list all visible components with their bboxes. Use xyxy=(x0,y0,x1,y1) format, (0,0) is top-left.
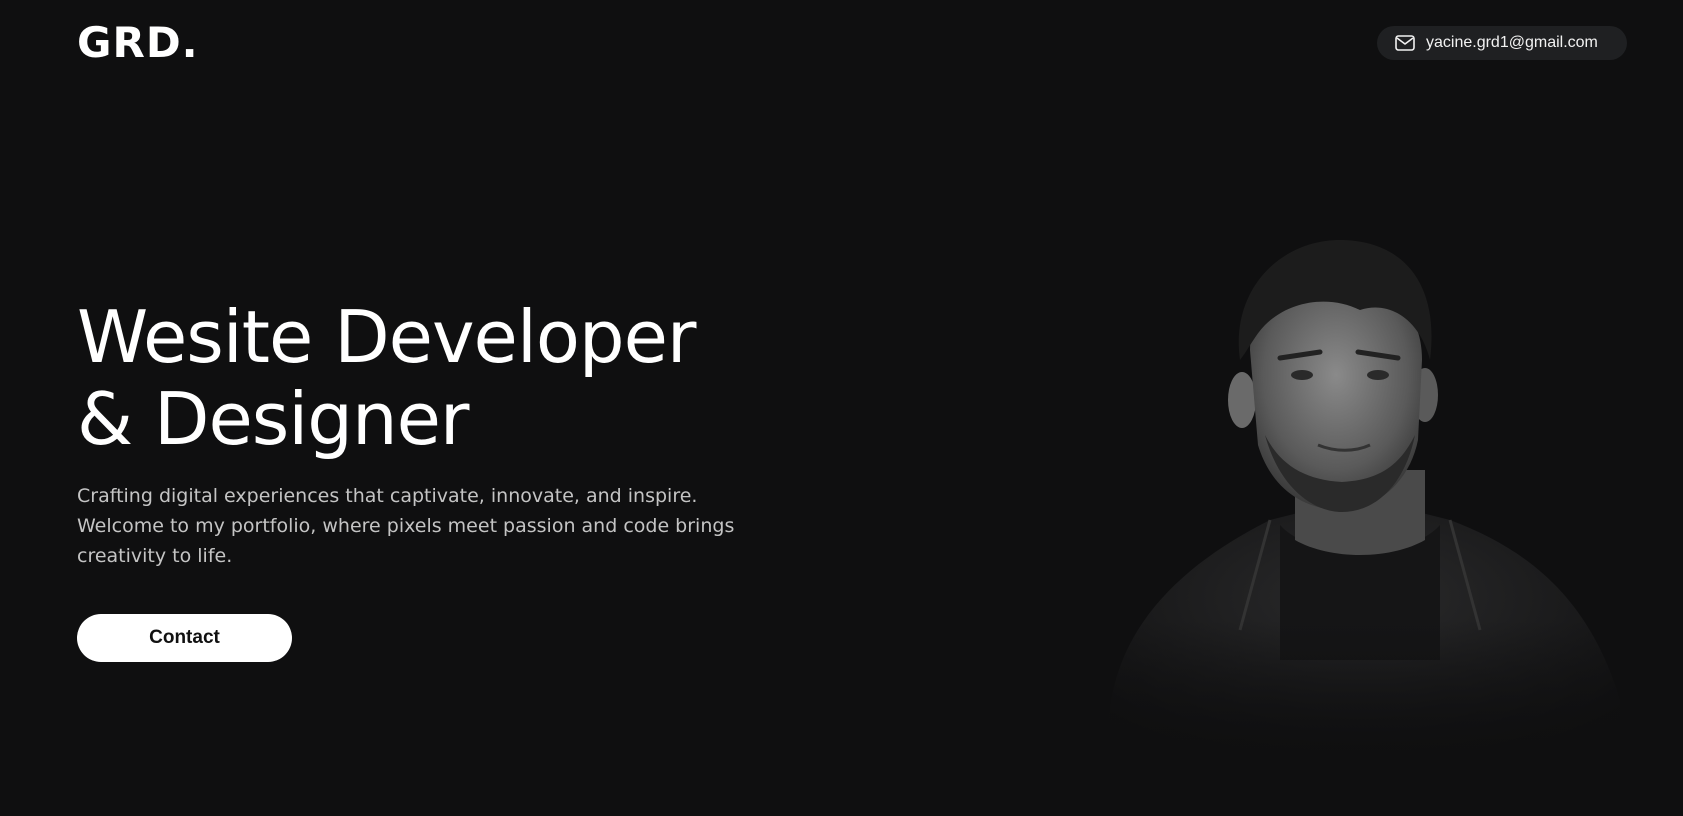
site-logo[interactable]: GRD. xyxy=(77,22,199,64)
hero-description-line-2: Welcome to my portfolio, where pixels me… xyxy=(77,515,735,537)
hero-title-line-2: & Designer xyxy=(77,377,470,461)
email-contact-link[interactable]: yacine.grd1@gmail.com xyxy=(1377,26,1627,60)
hero-description-line-3: creativity to life. xyxy=(77,545,233,567)
email-address: yacine.grd1@gmail.com xyxy=(1426,34,1598,51)
hero-description-line-1: Crafting digital experiences that captiv… xyxy=(77,485,698,507)
portrait-photo xyxy=(1080,240,1640,760)
hero-title-line-1: Wesite Developer xyxy=(77,295,696,379)
hero-title: Wesite Developer & Designer xyxy=(77,296,696,460)
contact-button[interactable]: Contact xyxy=(77,614,292,662)
hero-description: Crafting digital experiences that captiv… xyxy=(77,481,735,571)
mail-icon xyxy=(1395,35,1415,51)
